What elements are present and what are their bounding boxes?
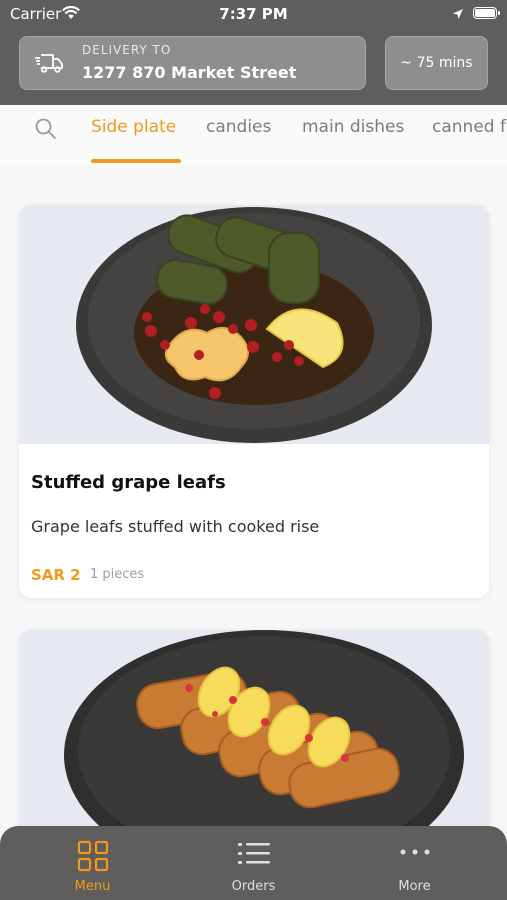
nav-menu[interactable]: Menu: [8, 826, 177, 900]
tab-side-plate[interactable]: Side plate: [91, 117, 176, 137]
battery-icon: [473, 7, 500, 19]
nav-orders[interactable]: Orders: [169, 826, 338, 900]
tab-candies[interactable]: candies: [206, 117, 271, 137]
item-description: Grape leafs stuffed with cooked rise: [31, 517, 320, 536]
nav-more-label: More: [398, 879, 431, 894]
delivery-label: DELIVERY TO: [82, 43, 172, 57]
item-price: SAR 2: [31, 566, 81, 584]
menu-item-card[interactable]: Stuffed grape leafs Grape leafs stuffed …: [19, 205, 489, 598]
delivery-address: 1277 870 Market Street: [82, 63, 297, 82]
nav-menu-label: Menu: [74, 879, 111, 894]
tab-main-dishes[interactable]: main dishes: [302, 117, 404, 137]
status-bar: Carrier 7:37 PM: [0, 0, 507, 28]
more-icon: [399, 840, 431, 872]
delivery-truck-icon: [34, 51, 64, 79]
nav-orders-label: Orders: [231, 879, 276, 894]
app-header: Carrier 7:37 PM DELIVERY TO 1277 870 Mar…: [0, 0, 507, 105]
location-arrow-icon: [452, 6, 464, 24]
status-time: 7:37 PM: [219, 5, 288, 23]
eta-badge[interactable]: ~ 75 mins: [385, 36, 488, 90]
tab-canned-food[interactable]: canned fo: [432, 117, 507, 137]
grid-icon: [77, 840, 109, 876]
category-tabs: Side plate candies main dishes canned fo: [0, 105, 507, 165]
active-tab-indicator: [91, 159, 181, 163]
item-title: Stuffed grape leafs: [31, 472, 226, 493]
bottom-nav-bar: Menu Orders More: [0, 826, 507, 900]
list-icon: [237, 840, 270, 872]
search-icon[interactable]: [34, 117, 58, 145]
delivery-address-button[interactable]: DELIVERY TO 1277 870 Market Street: [19, 36, 366, 90]
item-quantity: 1 pieces: [90, 567, 145, 582]
nav-more[interactable]: More: [330, 826, 499, 900]
stuffed-grape-leafs-image: [19, 205, 489, 444]
